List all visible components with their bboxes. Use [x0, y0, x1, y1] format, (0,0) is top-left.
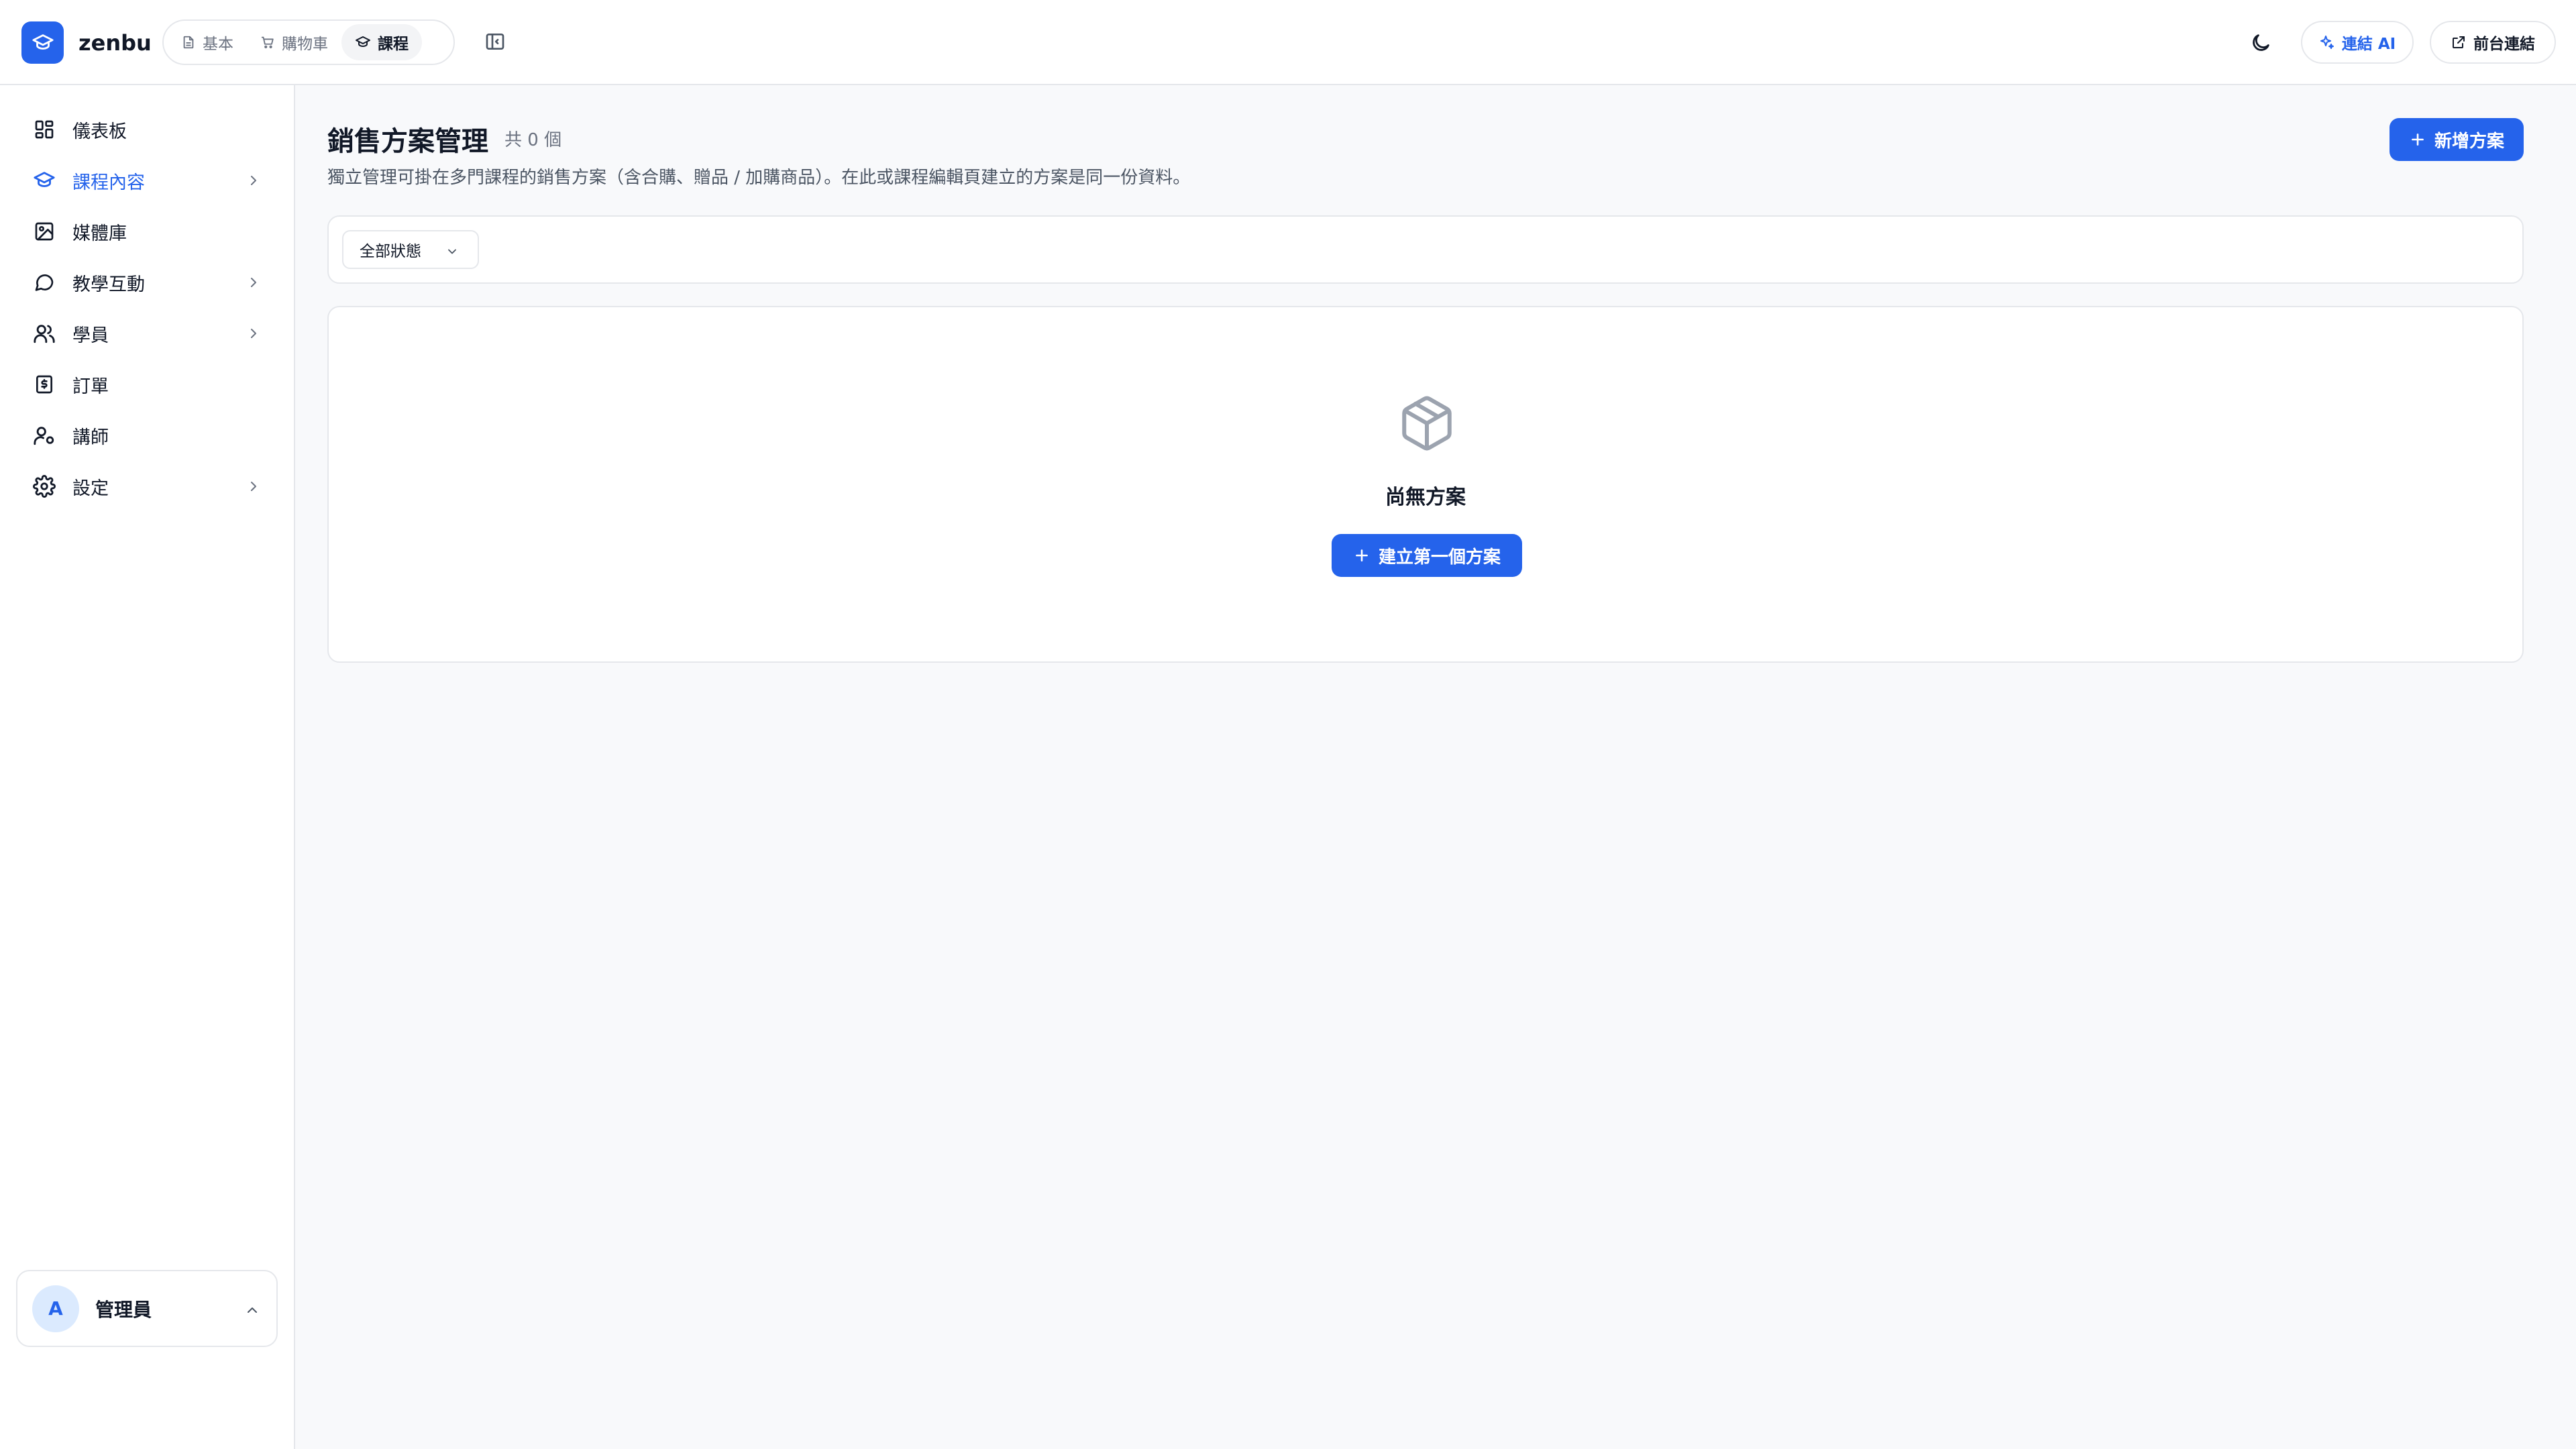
- chevron-down-icon: [445, 245, 459, 258]
- graduation-cap-icon: [355, 34, 371, 50]
- plan-count: 共 0 個: [504, 130, 562, 150]
- sidebar-item-students[interactable]: 學員: [16, 311, 278, 356]
- sidebar-item-instructors[interactable]: 講師: [16, 413, 278, 458]
- tab-basic[interactable]: 基本: [168, 24, 247, 60]
- sidebar-item-label: 設定: [72, 478, 109, 499]
- empty-state-card: 尚無方案 建立第一個方案: [327, 306, 2524, 663]
- user-menu[interactable]: A 管理員: [16, 1270, 278, 1347]
- sidebar-item-label: 媒體庫: [72, 223, 127, 244]
- user-cog-icon: [32, 424, 56, 447]
- external-link-icon: [2451, 34, 2467, 50]
- sidebar-item-label: 儀表板: [72, 121, 127, 142]
- connect-ai-label: 連結 AI: [2341, 36, 2396, 53]
- image-icon: [32, 221, 56, 242]
- sidebar-item-media-library[interactable]: 媒體庫: [16, 209, 278, 254]
- chevron-up-icon: [244, 1302, 260, 1318]
- theme-toggle-button[interactable]: [2246, 28, 2275, 58]
- sidebar-item-label: 教學互動: [72, 274, 145, 295]
- user-name: 管理員: [95, 1298, 152, 1321]
- chevron-right-icon: [246, 325, 262, 341]
- tab-course[interactable]: 課程: [341, 24, 422, 60]
- sidebar-item-label: 訂單: [72, 376, 109, 397]
- create-first-plan-label: 建立第一個方案: [1378, 547, 1501, 568]
- status-filter-value: 全部狀態: [360, 243, 421, 260]
- document-icon: [181, 35, 196, 50]
- graduation-cap-icon: [21, 21, 64, 64]
- sidebar-item-dashboard[interactable]: 儀表板: [16, 107, 278, 152]
- tab-label: 基本: [203, 36, 233, 53]
- sidebar-item-course-content[interactable]: 課程內容: [16, 158, 278, 203]
- sidebar-toggle-button[interactable]: [482, 28, 508, 55]
- gear-icon: [32, 475, 56, 498]
- cart-icon: [260, 35, 275, 50]
- sparkles-icon: [2319, 34, 2335, 50]
- add-plan-label: 新增方案: [2434, 131, 2504, 152]
- sidebar-item-label: 講師: [72, 427, 109, 448]
- chevron-right-icon: [246, 172, 262, 189]
- chevron-right-icon: [246, 478, 262, 494]
- plus-icon: [2409, 131, 2426, 148]
- tab-cart[interactable]: 購物車: [247, 24, 341, 60]
- brand-name: zenbu: [78, 30, 152, 56]
- sidebar-item-settings[interactable]: 設定: [16, 464, 278, 509]
- tab-label: 課程: [378, 36, 409, 53]
- empty-state-text: 尚無方案: [1385, 486, 1466, 509]
- plus-icon: [1353, 547, 1371, 564]
- sidebar-item-label: 學員: [72, 325, 109, 346]
- frontend-link-label: 前台連結: [2473, 36, 2535, 53]
- context-tabs: 基本 購物車 課程: [162, 19, 455, 65]
- avatar: A: [32, 1285, 79, 1332]
- status-filter-select[interactable]: 全部狀態: [342, 230, 479, 269]
- add-plan-button[interactable]: 新增方案: [2390, 118, 2524, 161]
- receipt-icon: [32, 374, 56, 395]
- page-description: 獨立管理可掛在多門課程的銷售方案（含合購、贈品 / 加購商品）。在此或課程編輯頁…: [327, 168, 1191, 188]
- filter-bar: 全部狀態: [327, 215, 2524, 284]
- chevron-right-icon: [246, 274, 262, 290]
- top-bar: zenbu 基本 購物車 課程 連結 AI 前台連結: [0, 0, 2576, 85]
- sidebar-item-label: 課程內容: [72, 172, 145, 193]
- brand[interactable]: zenbu: [21, 21, 152, 64]
- sidebar-item-orders[interactable]: 訂單: [16, 362, 278, 407]
- tab-label: 購物車: [282, 36, 328, 53]
- sidebar-item-interaction[interactable]: 教學互動: [16, 260, 278, 305]
- create-first-plan-button[interactable]: 建立第一個方案: [1332, 534, 1522, 577]
- package-icon: [1397, 393, 1457, 453]
- page-title: 銷售方案管理: [327, 126, 488, 157]
- frontend-link-button[interactable]: 前台連結: [2430, 21, 2556, 64]
- dashboard-icon: [32, 119, 56, 140]
- connect-ai-button[interactable]: 連結 AI: [2301, 21, 2414, 64]
- graduation-cap-icon: [32, 169, 56, 192]
- users-icon: [32, 322, 56, 345]
- chat-bubble-icon: [32, 272, 56, 293]
- sidebar: 儀表板 課程內容 媒體庫 教學互動 學員 訂單 講師 設定 A 管理員: [0, 85, 295, 1449]
- moon-icon: [2249, 32, 2272, 54]
- panel-left-icon: [484, 31, 506, 52]
